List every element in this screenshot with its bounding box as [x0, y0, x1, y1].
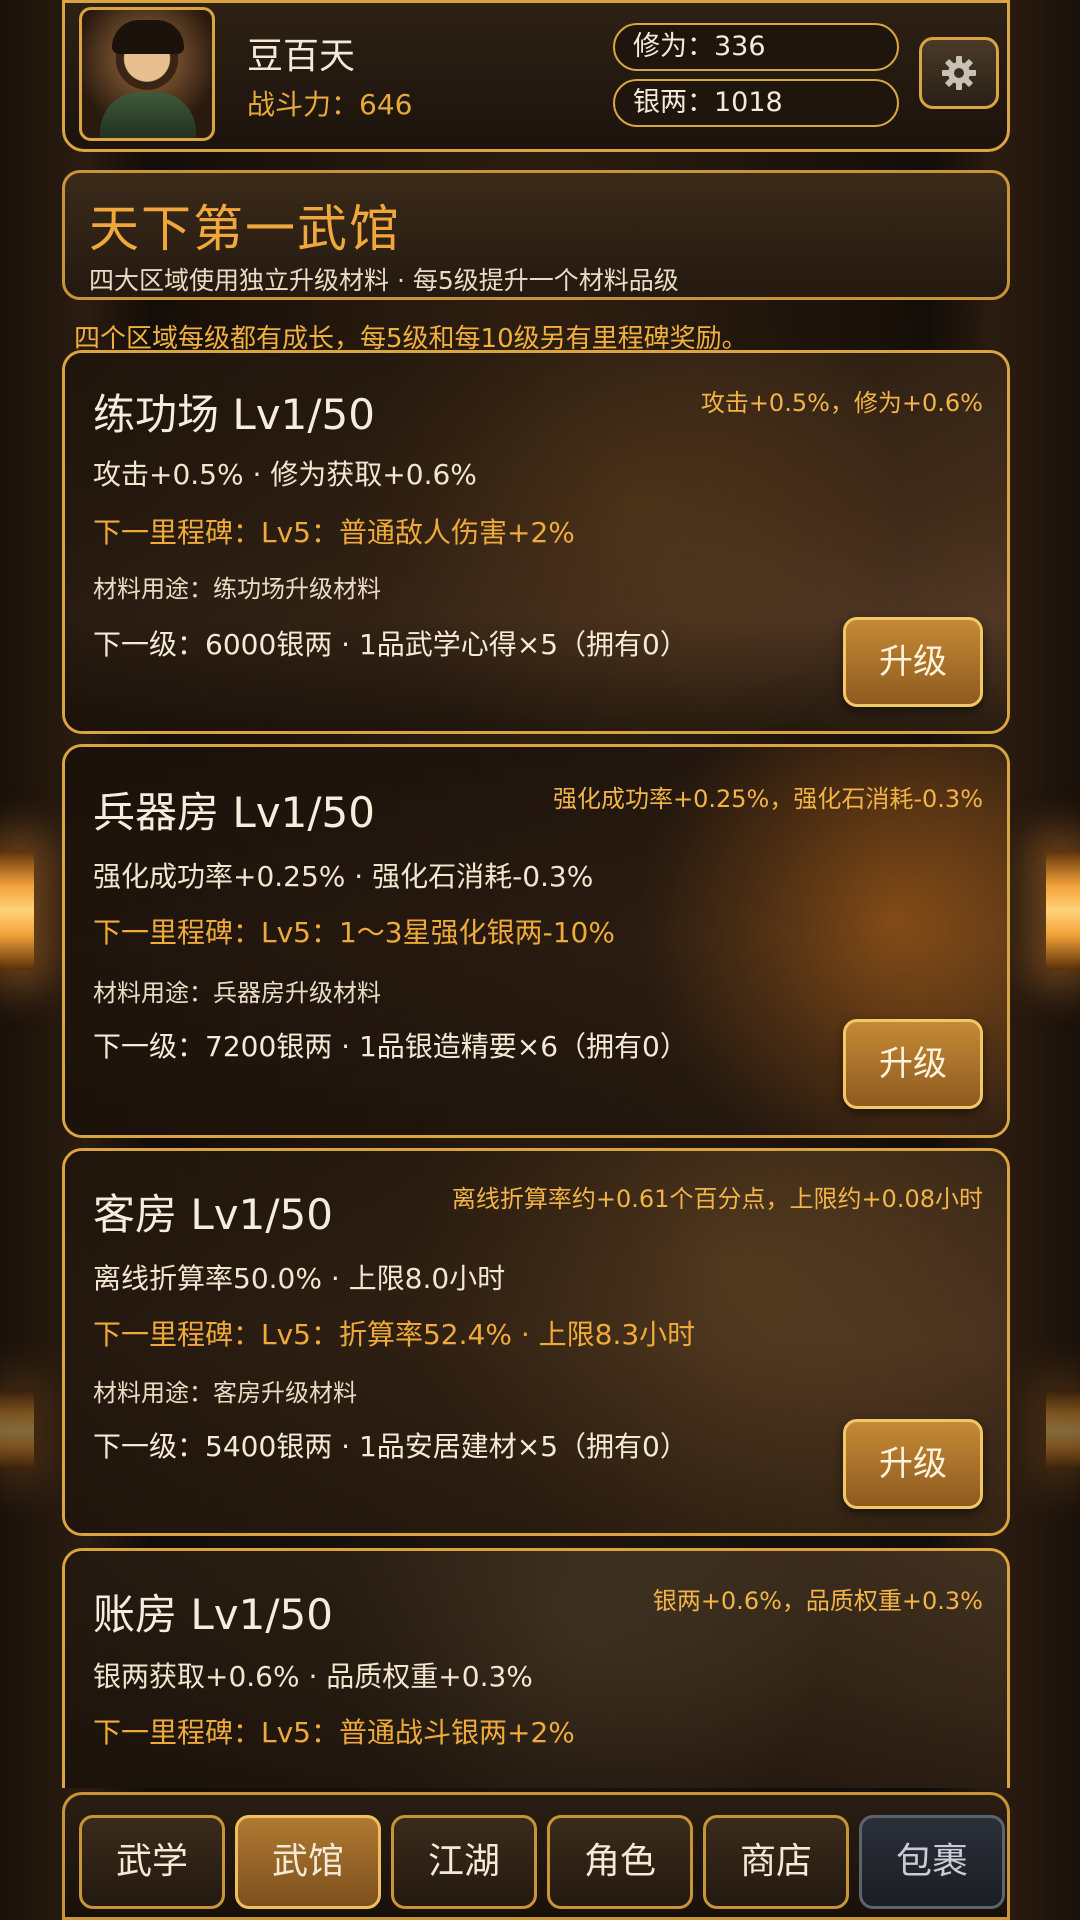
area-next-cost: 下一级：7200银两 · 1品银造精要×6（拥有0） [93, 1030, 688, 1063]
lantern-left [0, 850, 34, 970]
upgrade-button[interactable]: 升级 [843, 1419, 983, 1509]
page-title: 天下第一武馆 [89, 200, 401, 258]
area-milestone: 下一里程碑：Lv5：折算率52.4% · 上限8.3小时 [93, 1318, 696, 1351]
banner-subtitle: 四大区域使用独立升级材料 · 每5级提升一个材料品级 [89, 266, 679, 295]
area-title: 账房 Lv1/50 [93, 1590, 333, 1639]
area-milestone: 下一里程碑：Lv5：普通敌人伤害+2% [93, 516, 575, 549]
avatar-robe [100, 92, 196, 138]
gear-icon [942, 56, 976, 90]
bottom-nav: 武学 武馆 江湖 角色 商店 包裹 [62, 1792, 1010, 1920]
nav-character[interactable]: 角色 [547, 1815, 693, 1909]
nav-martial-arts[interactable]: 武学 [79, 1815, 225, 1909]
area-bonus: 攻击+0.5%，修为+0.6% [700, 389, 983, 417]
upgrade-button[interactable]: 升级 [843, 1019, 983, 1109]
area-milestone: 下一里程碑：Lv5：普通战斗银两+2% [93, 1716, 575, 1749]
area-card-armory: 兵器房 Lv1/50 强化成功率+0.25%，强化石消耗-0.3% 强化成功率+… [62, 744, 1010, 1138]
player-header: 豆百天 战斗力：646 修为：336 银两：1018 [62, 0, 1010, 152]
lantern-right [1046, 850, 1080, 970]
player-name: 豆百天 [247, 36, 356, 77]
area-effect: 强化成功率+0.25% · 强化石消耗-0.3% [93, 860, 594, 893]
dojo-banner: 天下第一武馆 四大区域使用独立升级材料 · 每5级提升一个材料品级 [62, 170, 1010, 300]
area-next-cost: 下一级：5400银两 · 1品安居建材×5（拥有0） [93, 1430, 688, 1463]
nav-shop[interactable]: 商店 [703, 1815, 849, 1909]
silver-pill: 银两：1018 [613, 79, 899, 127]
area-effect: 离线折算率50.0% · 上限8.0小时 [93, 1262, 506, 1295]
area-material: 材料用途：兵器房升级材料 [93, 979, 381, 1007]
area-card-accounting: 账房 Lv1/50 银两+0.6%，品质权重+0.3% 银两获取+0.6% · … [62, 1548, 1010, 1788]
area-milestone: 下一里程碑：Lv5：1～3星强化银两-10% [93, 916, 615, 949]
area-card-guestroom: 客房 Lv1/50 离线折算率约+0.61个百分点，上限约+0.08小时 离线折… [62, 1148, 1010, 1536]
lantern-left-lower [0, 1390, 34, 1470]
area-effect: 攻击+0.5% · 修为获取+0.6% [93, 458, 477, 491]
area-material: 材料用途：客房升级材料 [93, 1379, 357, 1407]
lantern-right-lower [1046, 1390, 1080, 1470]
area-bonus: 强化成功率+0.25%，强化石消耗-0.3% [553, 785, 983, 813]
area-title: 客房 Lv1/50 [93, 1190, 333, 1239]
area-title: 练功场 Lv1/50 [93, 390, 375, 439]
avatar-hair [112, 20, 184, 54]
area-title: 兵器房 Lv1/50 [93, 788, 375, 837]
area-material: 材料用途：练功场升级材料 [93, 575, 381, 603]
area-effect: 银两获取+0.6% · 品质权重+0.3% [93, 1660, 533, 1693]
area-bonus: 离线折算率约+0.61个百分点，上限约+0.08小时 [451, 1185, 983, 1213]
area-bonus: 银两+0.6%，品质权重+0.3% [652, 1587, 983, 1615]
player-avatar[interactable] [79, 7, 215, 141]
nav-jianghu[interactable]: 江湖 [391, 1815, 537, 1909]
settings-button[interactable] [919, 37, 999, 109]
nav-dojo[interactable]: 武馆 [235, 1815, 381, 1909]
cultivation-pill: 修为：336 [613, 23, 899, 71]
area-card-training: 练功场 Lv1/50 攻击+0.5%，修为+0.6% 攻击+0.5% · 修为获… [62, 350, 1010, 734]
area-next-cost: 下一级：6000银两 · 1品武学心得×5（拥有0） [93, 628, 688, 661]
combat-power: 战斗力：646 [247, 88, 413, 121]
upgrade-button[interactable]: 升级 [843, 617, 983, 707]
nav-inventory[interactable]: 包裹 [859, 1815, 1005, 1909]
